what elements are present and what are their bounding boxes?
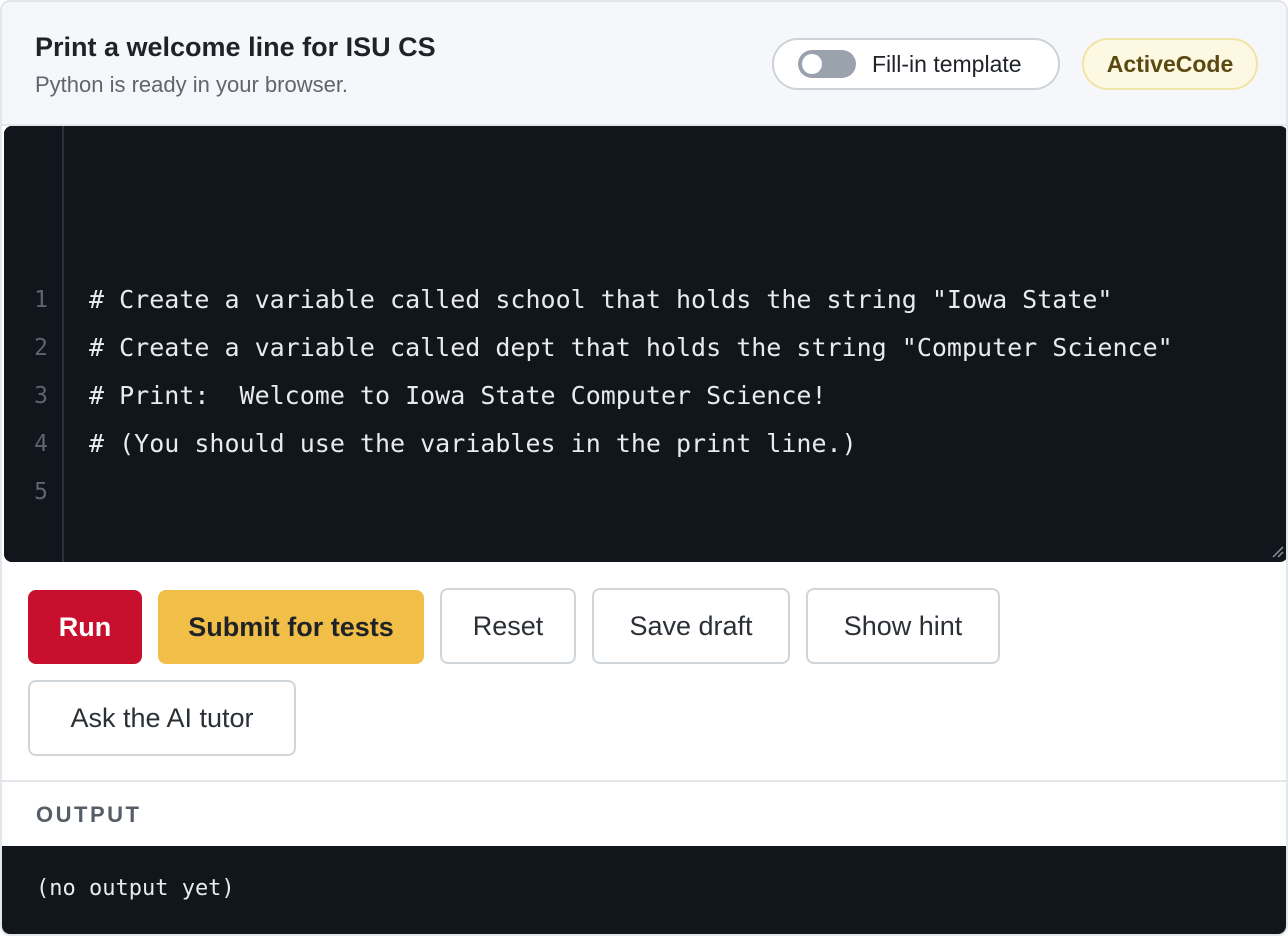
line-number: 2 bbox=[34, 335, 48, 361]
line-number: 4 bbox=[34, 431, 48, 457]
ask-ai-tutor-button[interactable]: Ask the AI tutor bbox=[28, 680, 296, 756]
output-text: (no output yet) bbox=[36, 876, 235, 901]
line-number: 3 bbox=[34, 383, 48, 409]
submit-for-tests-button[interactable]: Submit for tests bbox=[158, 590, 424, 664]
toggle-switch[interactable] bbox=[798, 50, 856, 78]
line-number-gutter: 1 2 3 4 5 bbox=[4, 126, 64, 562]
output-heading: OUTPUT bbox=[36, 802, 142, 827]
reset-button[interactable]: Reset bbox=[440, 588, 576, 664]
code-line[interactable]: # Create a variable called dept that hol… bbox=[89, 324, 1173, 372]
code-line[interactable]: # Create a variable called school that h… bbox=[89, 276, 1113, 324]
section-divider bbox=[2, 780, 1286, 782]
line-number: 1 bbox=[34, 287, 48, 313]
exercise-subtitle: Python is ready in your browser. bbox=[35, 72, 349, 97]
save-draft-button[interactable]: Save draft bbox=[592, 588, 790, 664]
code-line[interactable]: # (You should use the variables in the p… bbox=[89, 420, 857, 468]
activecode-card: Print a welcome line for ISU CS Python i… bbox=[0, 0, 1288, 936]
code-editor[interactable]: 1 2 3 4 5 # Create a variable called sch… bbox=[4, 126, 1286, 562]
activecode-badge: ActiveCode bbox=[1082, 38, 1258, 90]
run-button[interactable]: Run bbox=[28, 590, 142, 664]
toggle-knob bbox=[802, 54, 822, 74]
exercise-title: Print a welcome line for ISU CS bbox=[35, 32, 436, 62]
card-header: Print a welcome line for ISU CS Python i… bbox=[2, 2, 1286, 126]
fill-in-template-toggle[interactable]: Fill-in template bbox=[772, 38, 1060, 90]
show-hint-button[interactable]: Show hint bbox=[806, 588, 1000, 664]
line-number: 5 bbox=[34, 479, 48, 505]
code-line[interactable]: # Print: Welcome to Iowa State Computer … bbox=[89, 372, 827, 420]
output-panel: (no output yet) bbox=[2, 846, 1286, 934]
resize-handle-icon[interactable] bbox=[1270, 544, 1284, 558]
toggle-label: Fill-in template bbox=[872, 50, 1022, 77]
